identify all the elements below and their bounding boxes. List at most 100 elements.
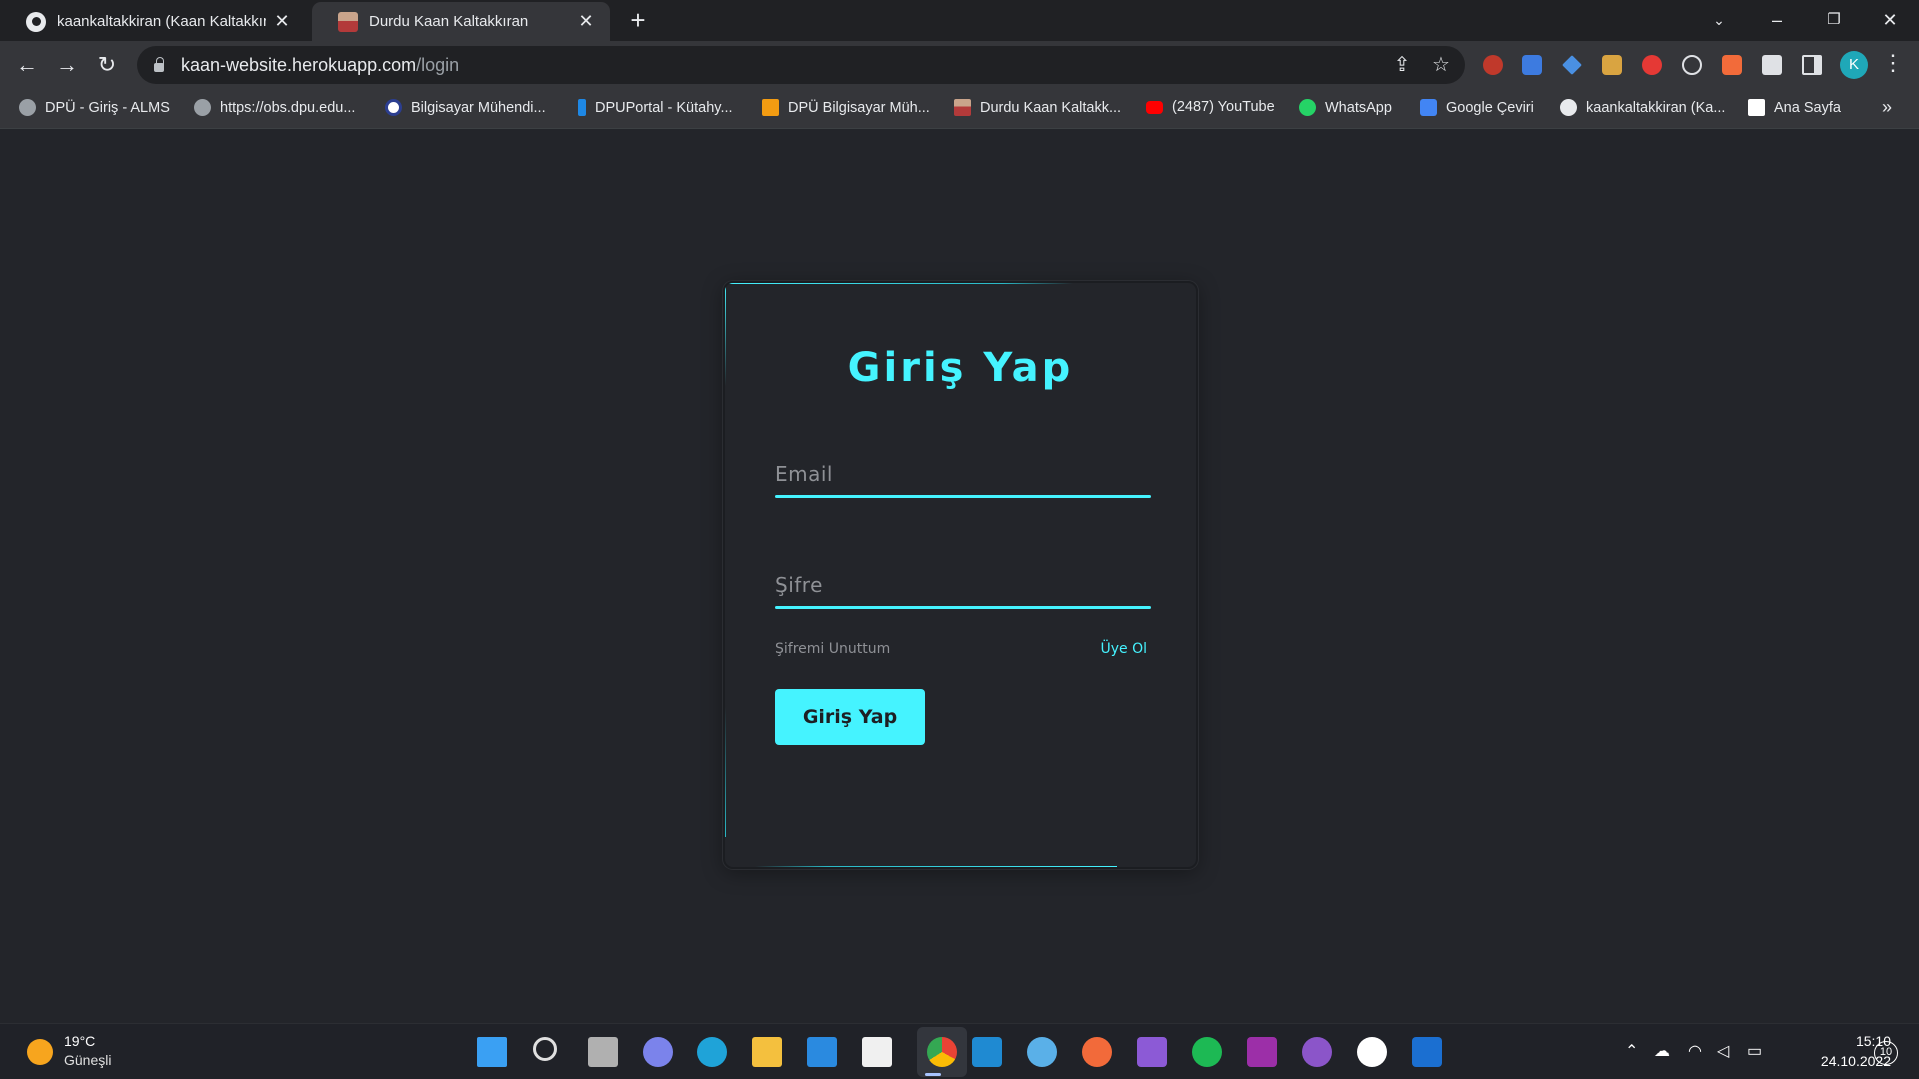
google-translate-icon [1420,99,1437,116]
onedrive-icon[interactable]: ☁ [1654,1041,1670,1061]
signup-link[interactable]: Üye Ol [1100,641,1147,657]
github-icon [26,11,46,32]
profile-photo-icon [338,11,358,32]
visual-studio-icon[interactable] [1137,1037,1167,1067]
arduino-icon[interactable] [1247,1037,1277,1067]
browser-toolbar: ← → ↻ kaan-website.herokuapp.com/login ⇪… [0,41,1919,89]
bookmark-label: (2487) YouTube [1172,99,1275,115]
accent-glow [755,866,1117,867]
password-input[interactable] [775,549,1151,609]
bookmarks-overflow-button[interactable]: » [1882,97,1892,118]
github-desktop-icon[interactable] [1302,1037,1332,1067]
globe-icon [19,99,36,116]
login-title: Giriş Yap [847,345,1074,391]
wifi-icon[interactable]: ◠ [1688,1041,1702,1061]
volume-icon[interactable]: ◁ [1717,1041,1729,1061]
auth-links: Şifremi Unuttum Üye Ol [775,641,1147,657]
lock-icon[interactable] [154,56,164,72]
reload-button[interactable]: ↻ [92,50,122,80]
sun-icon[interactable] [27,1039,53,1065]
bookmark-item[interactable]: https://obs.dpu.edu... [194,99,355,116]
bookmark-label: DPUPortal - Kütahy... [595,99,733,116]
back-button[interactable]: ← [12,50,42,80]
bookmark-item[interactable]: Bilgisayar Mühendi... [385,99,546,116]
teams-chat-icon[interactable] [643,1037,673,1067]
minimize-button[interactable]: – [1757,6,1797,34]
profile-photo-icon [954,99,971,116]
bookmark-item[interactable]: DPÜ - Giriş - ALMS [19,99,170,116]
bookmark-item[interactable]: Google Çeviri [1420,99,1534,116]
bookmark-label: DPÜ - Giriş - ALMS [45,99,170,116]
translate-extension-icon[interactable] [1522,55,1542,75]
dpu-logo-icon [385,99,402,116]
tab-search-icon[interactable]: ⌄ [1699,6,1739,34]
email-field[interactable]: Email [775,438,1151,498]
sketch-app-icon[interactable] [1082,1037,1112,1067]
password-field[interactable]: Şifre [775,549,1151,609]
browser-menu-icon[interactable]: ⋮ [1882,50,1904,76]
react-devtools-icon[interactable] [1682,55,1702,75]
battery-icon[interactable]: ▭ [1747,1041,1762,1061]
tools-extension-icon[interactable] [1562,55,1582,75]
login-card: Giriş Yap Email Şifre Şifremi Unuttum Üy… [723,281,1198,869]
share-icon[interactable]: ⇪ [1387,50,1417,80]
bookmark-item[interactable]: Ana Sayfa [1748,99,1841,116]
weather-description[interactable]: Güneşli [64,1052,111,1068]
bookmark-item[interactable]: DPUPortal - Kütahy... [578,99,733,116]
ublock-icon[interactable] [1483,55,1503,75]
spotify-icon[interactable] [1192,1037,1222,1067]
task-view-icon[interactable] [588,1037,618,1067]
side-panel-icon[interactable] [1802,55,1822,75]
close-window-button[interactable]: ✕ [1870,6,1910,34]
dpu-bm-icon [762,99,779,116]
youtube-extension-icon[interactable] [1642,55,1662,75]
rss-extension-icon[interactable] [1722,55,1742,75]
start-icon[interactable] [477,1037,507,1067]
vscode-icon[interactable] [972,1037,1002,1067]
bookmark-star-icon[interactable]: ☆ [1426,50,1456,80]
accent-glow [725,283,1073,284]
new-tab-button[interactable]: + [624,7,652,35]
edge-icon[interactable] [697,1037,727,1067]
paint-icon[interactable] [1027,1037,1057,1067]
profile-avatar[interactable]: K [1840,51,1868,79]
store-icon[interactable] [862,1037,892,1067]
restore-button[interactable]: ❐ [1814,6,1854,34]
tab-strip: kaankaltakkiran (Kaan Kaltakkıran ✕ Durd… [0,0,1919,41]
bookmark-item[interactable]: (2487) YouTube [1146,99,1275,115]
outlook-icon[interactable] [1412,1037,1442,1067]
bookmark-item[interactable]: WhatsApp [1299,99,1392,116]
email-underline [775,495,1151,498]
bookmark-label: Google Çeviri [1446,99,1534,116]
address-bar[interactable]: kaan-website.herokuapp.com/login ⇪ ☆ [137,46,1465,84]
bookmark-item[interactable]: Durdu Kaan Kaltakk... [954,99,1121,116]
login-button[interactable]: Giriş Yap [775,689,925,745]
dpu-portal-icon [578,99,586,116]
search-icon[interactable] [533,1037,557,1061]
whatsapp-desktop-icon[interactable] [1357,1037,1387,1067]
weather-temperature[interactable]: 19°C [64,1033,95,1049]
github-icon [1560,99,1577,116]
bookmark-label: Ana Sayfa [1774,99,1841,116]
close-tab-icon[interactable]: ✕ [272,11,292,32]
url-text[interactable]: kaan-website.herokuapp.com/login [181,55,459,76]
chevron-up-icon[interactable]: ⌃ [1625,1041,1638,1061]
file-explorer-icon[interactable] [752,1037,782,1067]
color-picker-extension-icon[interactable] [1602,55,1622,75]
email-input[interactable] [775,438,1151,498]
tab-login[interactable]: Durdu Kaan Kaltakkıran ✕ [312,2,610,41]
tab-github[interactable]: kaankaltakkiran (Kaan Kaltakkıran ✕ [0,2,306,41]
extensions-puzzle-icon[interactable] [1762,55,1782,75]
forward-button[interactable]: → [52,50,82,80]
chrome-icon[interactable] [927,1037,957,1067]
active-app-indicator [925,1073,941,1076]
bookmark-item[interactable]: DPÜ Bilgisayar Müh... [762,99,930,116]
bookmark-item[interactable]: kaankaltakkiran (Ka... [1560,99,1725,116]
bookmark-label: Durdu Kaan Kaltakk... [980,99,1122,116]
close-tab-icon[interactable]: ✕ [576,11,596,32]
notification-badge[interactable]: 10 [1874,1041,1898,1065]
mail-icon[interactable] [807,1037,837,1067]
whatsapp-icon [1299,99,1316,116]
tab-title: kaankaltakkiran (Kaan Kaltakkıran [57,13,266,30]
forgot-password-link[interactable]: Şifremi Unuttum [775,641,890,657]
